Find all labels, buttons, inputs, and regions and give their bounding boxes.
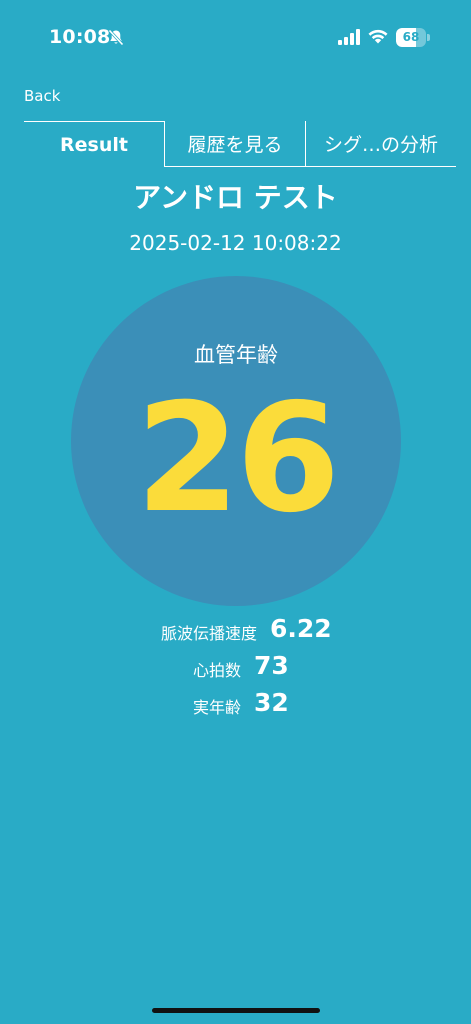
metric-value: 73: [254, 651, 289, 680]
tab-bar: Result 履歴を見る シグ…の分析: [24, 121, 456, 167]
bell-muted-icon: [108, 29, 124, 46]
metric-row-heart-rate: 心拍数 73: [0, 649, 471, 686]
battery-indicator: 68: [396, 28, 430, 47]
vascular-age-circle: 血管年齢 26: [71, 276, 401, 606]
battery-cap: [427, 34, 430, 41]
battery-level-text: 68: [402, 30, 420, 44]
cellular-signal-icon: [338, 29, 360, 45]
metric-value: 6.22: [270, 614, 332, 643]
status-time: 10:08: [49, 26, 111, 48]
home-indicator[interactable]: [152, 1008, 320, 1013]
metric-value: 32: [254, 688, 289, 717]
wifi-icon: [368, 29, 388, 44]
metrics-list: 脈波伝播速度 6.22 心拍数 73 実年齢 32: [0, 612, 471, 723]
status-bar: 10:08 68: [0, 0, 471, 76]
metric-row-actual-age: 実年齢 32: [0, 686, 471, 723]
user-name: アンドロ テスト: [133, 181, 338, 214]
metric-label: 脈波伝播速度: [160, 624, 257, 643]
metric-label: 心拍数: [192, 661, 241, 680]
result-screen: 10:08 68 Back Result 履歴を見る シグ…の分析 アンドロ テ…: [0, 0, 471, 1024]
battery-body: 68: [396, 28, 426, 47]
tab-history[interactable]: 履歴を見る: [165, 121, 306, 167]
metric-row-pulse-wave-velocity: 脈波伝播速度 6.22: [0, 612, 471, 649]
measurement-timestamp: 2025-02-12 10:08:22: [129, 231, 342, 255]
vascular-age-label: 血管年齢: [194, 343, 278, 367]
tab-result[interactable]: Result: [24, 121, 165, 167]
metric-label: 実年齢: [192, 698, 241, 717]
tab-signal-analysis[interactable]: シグ…の分析: [306, 121, 456, 167]
vascular-age-value: 26: [135, 372, 341, 546]
back-button[interactable]: Back: [24, 87, 60, 105]
